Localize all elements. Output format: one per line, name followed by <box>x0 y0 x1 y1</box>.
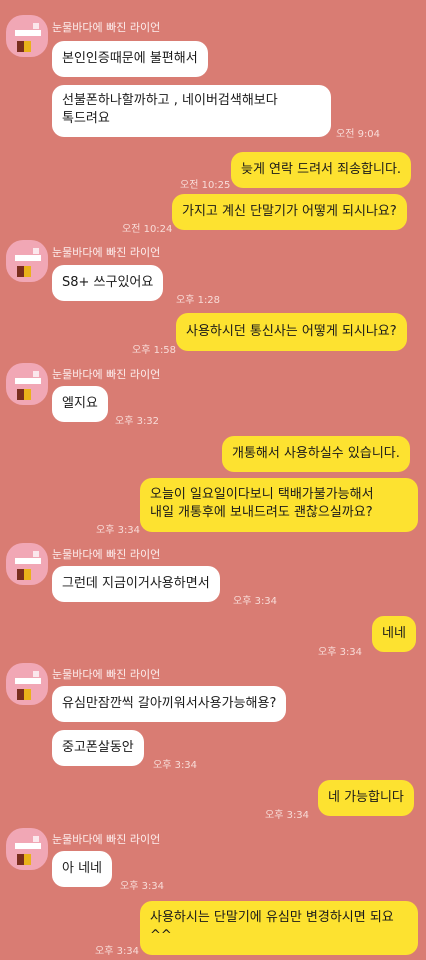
message-time: 오후 3:34 <box>233 596 278 607</box>
message-bubble-out[interactable]: 개통해서 사용하실수 있습니다. <box>222 436 410 472</box>
message-bubble-out[interactable]: 사용하시는 단말기에 유심만 변경하시면 되요 ^^ <box>140 901 418 955</box>
avatar[interactable] <box>6 240 48 282</box>
message-bubble-in[interactable]: 유심만잠깐씩 갈아끼워서사용가능해용? <box>52 686 287 722</box>
avatar[interactable] <box>6 543 48 585</box>
avatar[interactable] <box>6 663 48 705</box>
message-bubble-out[interactable]: 네네 <box>372 616 416 652</box>
message-time: 오후 3:34 <box>318 647 363 658</box>
sender-name: 눈물바다에 빠진 라이언 <box>52 246 161 259</box>
message-bubble-out[interactable]: 늦게 연락 드려서 죄송합니다. <box>231 152 412 188</box>
sender-name: 눈물바다에 빠진 라이언 <box>52 368 161 381</box>
message-time: 오후 3:34 <box>96 525 141 536</box>
message-bubble-in[interactable]: S8+ 쓰구있어요 <box>52 265 164 301</box>
message-time: 오후 3:32 <box>115 416 160 427</box>
message-time: 오후 3:34 <box>95 946 140 957</box>
message-bubble-out[interactable]: 가지고 계신 단말기가 어떻게 되시나요? <box>172 194 407 230</box>
message-bubble-in[interactable]: 본인인증때문에 불편해서 <box>52 41 208 77</box>
message-time: 오후 1:28 <box>176 295 221 306</box>
message-bubble-out[interactable]: 네 가능합니다 <box>318 780 414 816</box>
sender-name: 눈물바다에 빠진 라이언 <box>52 21 161 34</box>
message-bubble-out[interactable]: 사용하시던 통신사는 어떻게 되시나요? <box>176 313 407 351</box>
message-bubble-in[interactable]: 아 네네 <box>52 851 113 887</box>
message-time: 오후 3:34 <box>265 810 310 821</box>
message-time: 오전 9:04 <box>336 129 381 140</box>
sender-name: 눈물바다에 빠진 라이언 <box>52 668 161 681</box>
message-time: 오전 10:25 <box>180 180 231 191</box>
message-bubble-in[interactable]: 그런데 지금이거사용하면서 <box>52 566 220 602</box>
message-bubble-in[interactable]: 중고폰살동안 <box>52 730 144 766</box>
message-bubble-in[interactable]: 선불폰하나할까하고 , 네이버검색해보다 톡드려요 <box>52 85 331 137</box>
avatar[interactable] <box>6 363 48 405</box>
sender-name: 눈물바다에 빠진 라이언 <box>52 548 161 561</box>
message-time: 오후 1:58 <box>132 345 177 356</box>
sender-name: 눈물바다에 빠진 라이언 <box>52 833 161 846</box>
message-time: 오후 3:34 <box>120 881 165 892</box>
message-time: 오전 10:24 <box>122 224 173 235</box>
message-bubble-in[interactable]: 엘지요 <box>52 386 108 422</box>
avatar[interactable] <box>6 15 48 57</box>
message-bubble-out[interactable]: 오늘이 일요일이다보니 택배가불가능해서 내일 개통후에 보내드려도 괜찮으실까… <box>140 478 418 532</box>
avatar[interactable] <box>6 828 48 870</box>
message-time: 오후 3:34 <box>153 760 198 771</box>
